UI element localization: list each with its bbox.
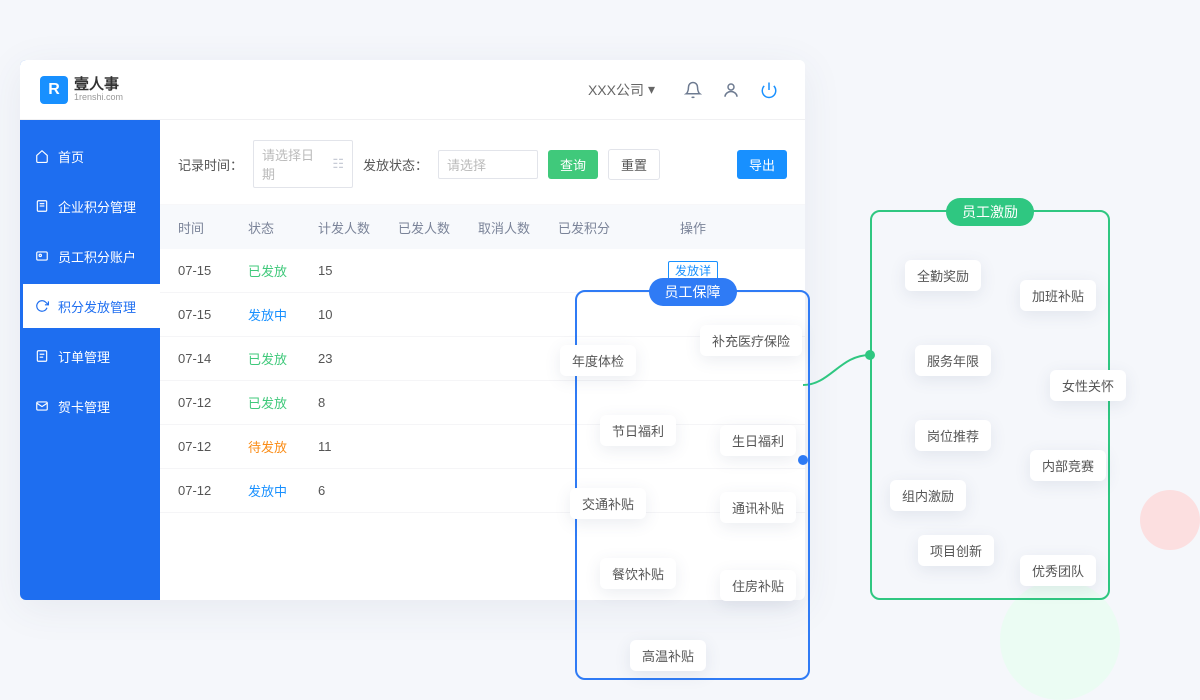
filter-bar: 记录时间： 请选择日期 ☷ 发放状态： 请选择 查询 重置 导出 xyxy=(160,120,805,205)
col-status: 状态 xyxy=(248,218,318,237)
list-icon xyxy=(34,348,50,364)
home-icon xyxy=(34,148,50,164)
tag: 加班补贴 xyxy=(1020,280,1096,311)
cell-status: 待发放 xyxy=(248,437,318,456)
sidebar-item-label: 贺卡管理 xyxy=(58,397,110,416)
tag: 节日福利 xyxy=(600,415,676,446)
col-op: 操作 xyxy=(648,218,738,237)
status-label: 发放状态： xyxy=(363,155,428,174)
document-icon xyxy=(34,198,50,214)
cell-plan: 11 xyxy=(318,439,398,454)
tag: 年度体检 xyxy=(560,345,636,376)
cell-status: 已发放 xyxy=(248,349,318,368)
col-points: 已发积分 xyxy=(558,218,648,237)
tag: 优秀团队 xyxy=(1020,555,1096,586)
status-select[interactable]: 请选择 xyxy=(438,150,538,179)
sidebar-item-label: 首页 xyxy=(58,147,84,166)
cell-date: 07-12 xyxy=(178,483,248,498)
user-icon[interactable] xyxy=(715,74,747,106)
tag: 生日福利 xyxy=(720,425,796,456)
tag: 通讯补贴 xyxy=(720,492,796,523)
tag: 服务年限 xyxy=(915,345,991,376)
cell-date: 07-14 xyxy=(178,351,248,366)
brand-logo-icon: R xyxy=(40,76,68,104)
sidebar: 首页 企业积分管理 员工积分账户 积分发放管理 订单管理 贺卡管理 xyxy=(20,60,160,600)
export-button[interactable]: 导出 xyxy=(737,150,787,179)
tag: 项目创新 xyxy=(918,535,994,566)
cell-plan: 15 xyxy=(318,263,398,278)
cell-date: 07-12 xyxy=(178,395,248,410)
chevron-down-icon: ▾ xyxy=(648,81,655,98)
cell-status: 发放中 xyxy=(248,305,318,324)
brand-name: 壹人事 xyxy=(74,77,123,92)
tag: 高温补贴 xyxy=(630,640,706,671)
envelope-icon xyxy=(34,398,50,414)
sidebar-item-label: 员工积分账户 xyxy=(58,247,136,266)
tag: 交通补贴 xyxy=(570,488,646,519)
refresh-icon xyxy=(34,298,50,314)
sidebar-item-label: 企业积分管理 xyxy=(58,197,136,216)
sidebar-item-cards[interactable]: 贺卡管理 xyxy=(20,384,160,428)
tag: 住房补贴 xyxy=(720,570,796,601)
sidebar-item-orders[interactable]: 订单管理 xyxy=(20,334,160,378)
search-button[interactable]: 查询 xyxy=(548,150,598,179)
cell-date: 07-15 xyxy=(178,263,248,278)
date-picker[interactable]: 请选择日期 ☷ xyxy=(253,140,353,188)
tag: 女性关怀 xyxy=(1050,370,1126,401)
tag: 全勤奖励 xyxy=(905,260,981,291)
sidebar-item-label: 积分发放管理 xyxy=(58,297,136,316)
col-plan-count: 计发人数 xyxy=(318,218,398,237)
header-bar: R 壹人事 1renshi.com XXX公司 ▾ xyxy=(20,60,805,120)
cell-status: 已发放 xyxy=(248,261,318,280)
tag: 内部竞赛 xyxy=(1030,450,1106,481)
mindmap-title-2: 员工激励 xyxy=(946,198,1034,226)
cell-status: 已发放 xyxy=(248,393,318,412)
sidebar-item-label: 订单管理 xyxy=(58,347,110,366)
tag: 岗位推荐 xyxy=(915,420,991,451)
power-icon[interactable] xyxy=(753,74,785,106)
cell-plan: 8 xyxy=(318,395,398,410)
bell-icon[interactable] xyxy=(677,74,709,106)
company-selector[interactable]: XXX公司 ▾ xyxy=(588,80,655,100)
tag: 餐饮补贴 xyxy=(600,558,676,589)
record-time-label: 记录时间： xyxy=(178,155,243,174)
sidebar-item-home[interactable]: 首页 xyxy=(20,134,160,178)
sidebar-item-enterprise-points[interactable]: 企业积分管理 xyxy=(20,184,160,228)
col-done-count: 已发人数 xyxy=(398,218,478,237)
calendar-icon: ☷ xyxy=(332,156,344,172)
sidebar-item-employee-account[interactable]: 员工积分账户 xyxy=(20,234,160,278)
reset-button[interactable]: 重置 xyxy=(608,149,660,180)
cell-plan: 10 xyxy=(318,307,398,322)
col-cancel-count: 取消人数 xyxy=(478,218,558,237)
sidebar-item-distribution[interactable]: 积分发放管理 xyxy=(20,284,160,328)
id-card-icon xyxy=(34,248,50,264)
cell-op: 发放详 xyxy=(648,262,738,279)
brand-sub: 1renshi.com xyxy=(74,92,123,102)
table-header: 时间 状态 计发人数 已发人数 取消人数 已发积分 操作 xyxy=(160,205,805,249)
cell-status: 发放中 xyxy=(248,481,318,500)
mindmap-title-1: 员工保障 xyxy=(649,278,737,306)
cell-date: 07-12 xyxy=(178,439,248,454)
tag: 组内激励 xyxy=(890,480,966,511)
cell-plan: 23 xyxy=(318,351,398,366)
cell-date: 07-15 xyxy=(178,307,248,322)
tag: 补充医疗保险 xyxy=(700,325,802,356)
brand-logo: R 壹人事 1renshi.com xyxy=(40,76,123,104)
cell-plan: 6 xyxy=(318,483,398,498)
col-date: 时间 xyxy=(178,218,248,237)
